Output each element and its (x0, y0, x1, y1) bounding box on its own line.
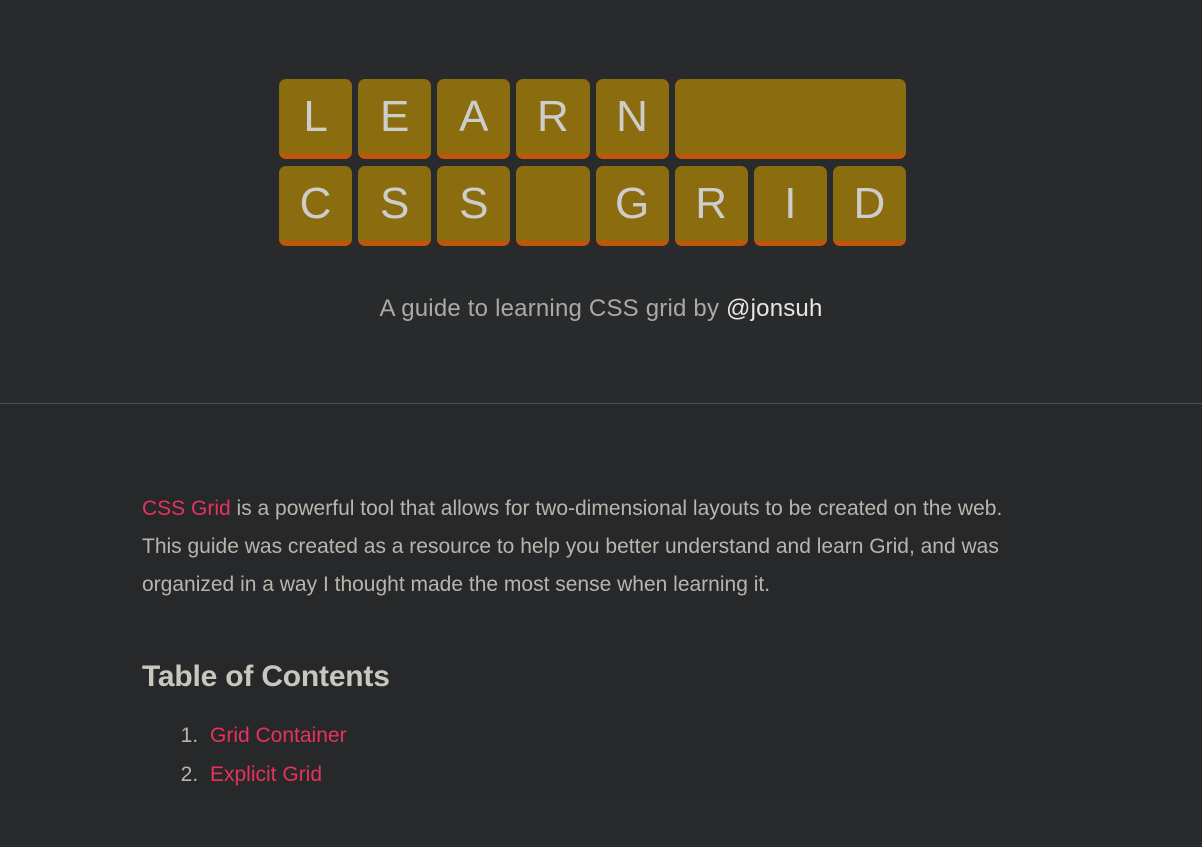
logo-tile-I: I (753, 166, 827, 246)
logo-tile-spacer (516, 166, 590, 246)
logo-tile-A: A (437, 79, 511, 159)
table-of-contents-heading: Table of Contents (142, 660, 390, 693)
intro-text: is a powerful tool that allows for two-d… (142, 497, 1003, 596)
logo-tile-S1: S (358, 166, 432, 246)
author-link[interactable]: @jonsuh (726, 295, 823, 322)
list-item: Grid Container (204, 716, 880, 755)
css-grid-link[interactable]: CSS Grid (142, 497, 231, 520)
logo-tile-R2: R (674, 166, 748, 246)
logo-tile-D: D (832, 166, 906, 246)
logo-tile-R: R (516, 79, 590, 159)
logo-grid: L E A R N C S S G R I D (279, 79, 906, 246)
toc-link-grid-container[interactable]: Grid Container (210, 724, 347, 747)
toc-link-explicit-grid[interactable]: Explicit Grid (210, 763, 322, 786)
site-header: L E A R N C S S G R I D A guide to learn… (0, 0, 1202, 404)
main-content: CSS Grid is a powerful tool that allows … (0, 404, 1202, 794)
table-of-contents-list: Grid Container Explicit Grid (142, 716, 880, 794)
logo-tile-N: N (595, 79, 669, 159)
logo-tile-L: L (279, 79, 353, 159)
intro-paragraph: CSS Grid is a powerful tool that allows … (142, 490, 1010, 604)
content-container: CSS Grid is a powerful tool that allows … (0, 404, 1002, 794)
list-item: Explicit Grid (204, 755, 880, 794)
logo-tile-spacer-wide (674, 79, 906, 159)
site-tagline: A guide to learning CSS grid by @jonsuh (0, 295, 1202, 323)
logo-tile-C: C (279, 166, 353, 246)
logo-tile-S2: S (437, 166, 511, 246)
logo-tile-E: E (358, 79, 432, 159)
tagline-text: A guide to learning CSS grid by (379, 295, 727, 322)
logo-tile-G: G (595, 166, 669, 246)
